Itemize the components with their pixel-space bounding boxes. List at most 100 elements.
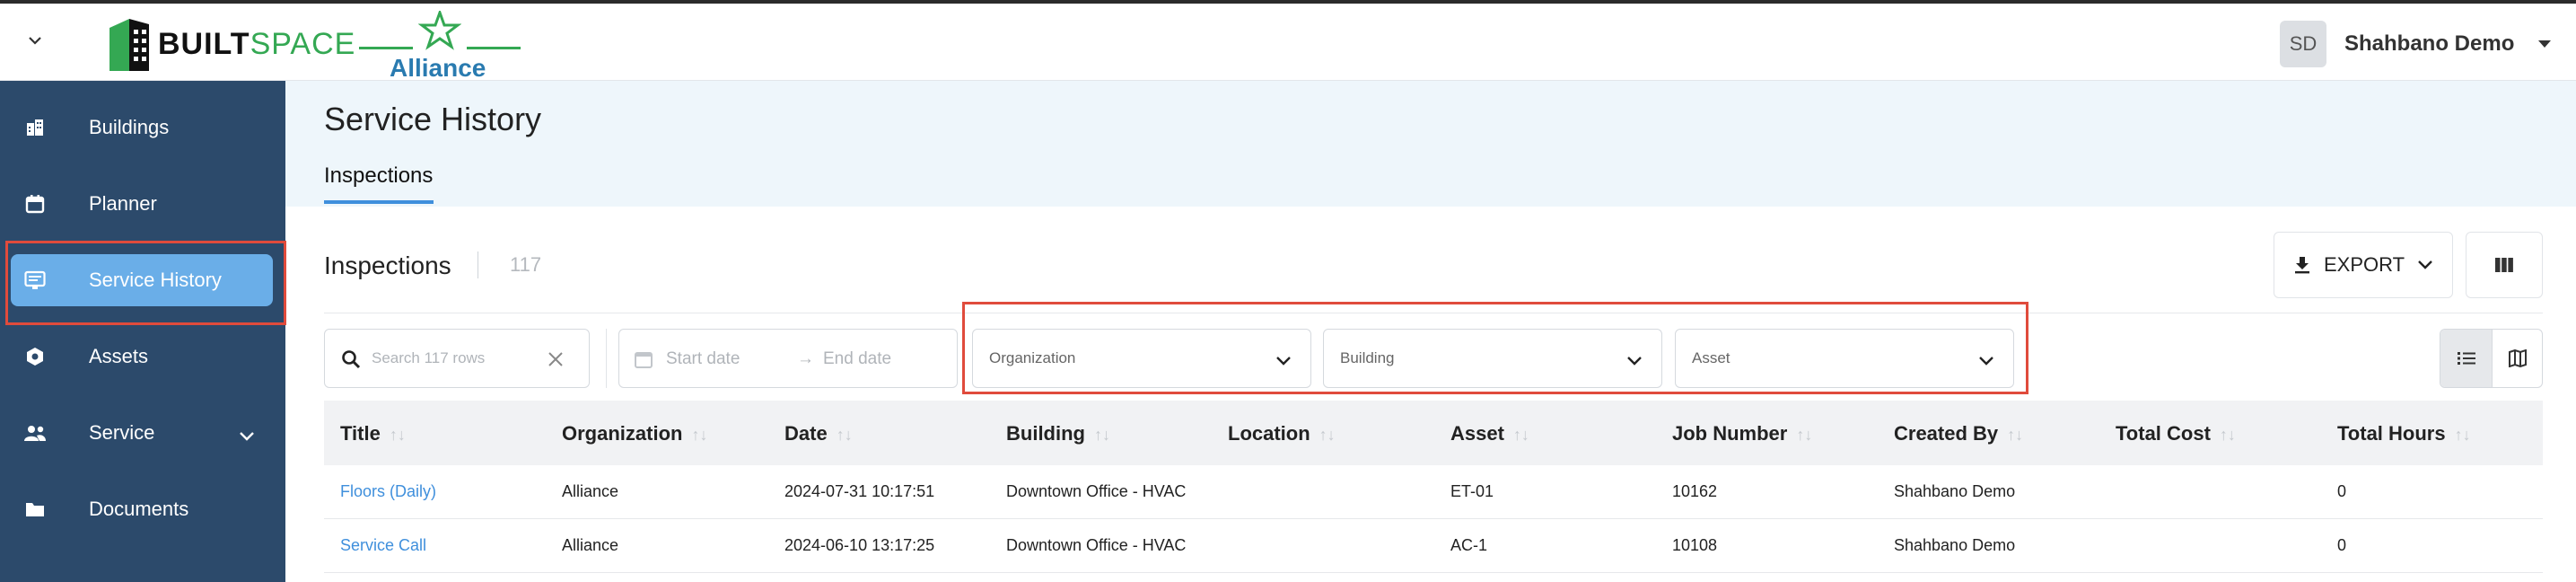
sidebar-item-assets[interactable]: Assets (0, 327, 285, 386)
user-name[interactable]: Shahbano Demo (2344, 31, 2514, 57)
map-view-button[interactable] (2492, 330, 2542, 387)
sidebar: Buildings Planner Service History Assets… (0, 81, 285, 582)
cell-date: 2024-06-10 13:17:25 (784, 536, 935, 554)
sidebar-item-label: Buildings (89, 116, 170, 138)
column-header-organization[interactable]: Organization ↑↓ (562, 422, 707, 445)
alliance-logo: Alliance (359, 11, 521, 82)
builtspace-logo[interactable]: BUILTSPACE (106, 13, 355, 75)
export-button[interactable]: EXPORT (2274, 232, 2453, 298)
columns-button[interactable] (2466, 232, 2543, 298)
sidebar-item-label: Assets (89, 345, 149, 367)
filter-divider (606, 329, 607, 388)
cell-asset: AC-1 (1450, 536, 1488, 554)
sidebar-item-label: Planner (89, 192, 157, 215)
column-header-job-number[interactable]: Job Number ↑↓ (1672, 422, 1812, 445)
list-icon (23, 269, 47, 292)
sort-icon[interactable]: ↑↓ (1513, 426, 1529, 444)
avatar[interactable]: SD (2280, 21, 2326, 67)
sidebar-item-label: Service History (89, 269, 222, 291)
export-label: EXPORT (2323, 253, 2405, 276)
sort-icon[interactable]: ↑↓ (1094, 426, 1110, 444)
sort-icon[interactable]: ↑↓ (1796, 426, 1812, 444)
sort-icon[interactable]: ↑↓ (390, 426, 406, 444)
cell-total-hours: 0 (2337, 536, 2347, 554)
date-range-picker[interactable]: Start date → End date (618, 329, 958, 388)
columns-icon (2495, 258, 2513, 272)
table-row[interactable]: Service Call Alliance 2024-06-10 13:17:2… (324, 519, 2543, 573)
calendar-icon (23, 192, 47, 216)
column-header-title[interactable]: Title ↑↓ (340, 422, 406, 445)
map-icon (2509, 349, 2527, 367)
sort-icon[interactable]: ↑↓ (1319, 426, 1336, 444)
sort-icon[interactable]: ↑↓ (2455, 426, 2471, 444)
search-input[interactable]: Search 117 rows (324, 329, 590, 388)
column-label: Created By (1894, 422, 1999, 445)
column-header-total-hours[interactable]: Total Hours ↑↓ (2337, 422, 2471, 445)
column-header-date[interactable]: Date ↑↓ (784, 422, 853, 445)
end-date-field[interactable]: End date (823, 349, 891, 369)
tab-active-indicator (324, 200, 434, 204)
arrow-right-icon: → (797, 349, 814, 368)
cell-job-number: 10108 (1672, 536, 1718, 554)
sidebar-item-buildings[interactable]: Buildings (0, 98, 285, 157)
column-label: Location (1228, 422, 1310, 445)
page-title: Service History (324, 101, 542, 137)
column-header-total-cost[interactable]: Total Cost ↑↓ (2116, 422, 2236, 445)
table-row[interactable]: Floors (Daily) Alliance 2024-07-31 10:17… (324, 465, 2543, 519)
top-bar: BUILTSPACE Alliance SD Shahbano Demo (0, 0, 2576, 82)
download-icon (2294, 257, 2309, 274)
highlight-box-filters (962, 302, 2028, 394)
sort-icon[interactable]: ↑↓ (2007, 426, 2023, 444)
user-menu[interactable]: SD Shahbano Demo (2280, 20, 2555, 68)
page-header: Service History Inspections (285, 81, 2576, 207)
cell-title-link[interactable]: Service Call (340, 536, 426, 555)
caret-down-icon[interactable] (2537, 35, 2555, 53)
chevron-down-icon (2418, 260, 2432, 269)
logo-text-built: BUILT (158, 26, 250, 61)
column-label: Title (340, 422, 381, 445)
list-view-button[interactable] (2440, 330, 2492, 387)
sort-icon[interactable]: ↑↓ (691, 426, 707, 444)
column-header-location[interactable]: Location ↑↓ (1228, 422, 1336, 445)
cell-title-link[interactable]: Floors (Daily) (340, 482, 436, 501)
column-label: Job Number (1672, 422, 1788, 445)
sort-icon[interactable]: ↑↓ (2220, 426, 2236, 444)
cell-date: 2024-07-31 10:17:51 (784, 482, 935, 500)
chevron-down-icon[interactable] (239, 424, 257, 442)
start-date-field[interactable]: Start date (666, 349, 740, 369)
cell-created-by: Shahbano Demo (1894, 482, 2016, 500)
sort-icon[interactable]: ↑↓ (837, 426, 853, 444)
column-label: Total Hours (2337, 422, 2446, 445)
sidebar-item-documents[interactable]: Documents (0, 480, 285, 539)
column-label: Asset (1450, 422, 1504, 445)
column-header-created-by[interactable]: Created By ↑↓ (1894, 422, 2023, 445)
column-label: Date (784, 422, 828, 445)
cell-job-number: 10162 (1672, 482, 1718, 500)
search-placeholder: Search 117 rows (372, 349, 486, 366)
folder-icon (23, 498, 47, 521)
column-header-asset[interactable]: Asset ↑↓ (1450, 422, 1529, 445)
calendar-icon (635, 352, 653, 368)
section-title: Inspections (324, 251, 451, 279)
clear-icon[interactable] (546, 349, 565, 369)
sidebar-item-label: Service (89, 421, 155, 444)
tab-inspections[interactable]: Inspections (324, 163, 433, 189)
column-header-building[interactable]: Building ↑↓ (1006, 422, 1110, 445)
alliance-wordmark: Alliance (390, 54, 486, 82)
chevron-down-icon[interactable] (25, 31, 45, 50)
hexagon-icon (23, 345, 47, 368)
cell-organization: Alliance (562, 536, 619, 554)
cell-building: Downtown Office - HVAC (1006, 536, 1187, 554)
logo-line-left (359, 47, 413, 49)
table-header: Title ↑↓ Organization ↑↓ Date ↑↓ Building ↑↓… (324, 401, 2543, 465)
cell-asset: ET-01 (1450, 482, 1494, 500)
column-label: Total Cost (2116, 422, 2211, 445)
view-toggle (2440, 329, 2543, 388)
logo-text-space: SPACE (250, 26, 356, 61)
cell-created-by: Shahbano Demo (1894, 536, 2016, 554)
sidebar-item-service[interactable]: Service (0, 403, 285, 463)
main-content: Service History Inspections Inspections … (285, 81, 2576, 582)
column-label: Building (1006, 422, 1085, 445)
sidebar-item-label: Documents (89, 498, 189, 520)
sidebar-item-planner[interactable]: Planner (0, 174, 285, 234)
